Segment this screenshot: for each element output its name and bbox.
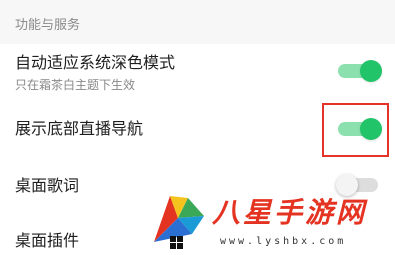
toggle-knob xyxy=(360,60,382,82)
auto-dark-mode-toggle[interactable] xyxy=(336,58,382,84)
watermark-url: www.lyshbx.com xyxy=(220,236,347,247)
setting-label: 桌面歌词 xyxy=(15,176,80,195)
setting-label: 自动适应系统深色模式 xyxy=(15,53,176,72)
watermark: 八星手游网 www.lyshbx.com xyxy=(148,192,395,255)
section-title: 功能与服务 xyxy=(15,18,81,33)
setting-row-auto-dark-mode[interactable]: 自动适应系统深色模式 只在霜茶白主题下生效 xyxy=(0,44,395,100)
highlight-annotation-box xyxy=(322,103,389,157)
setting-sublabel: 只在霜茶白主题下生效 xyxy=(15,78,136,92)
section-header: 功能与服务 xyxy=(0,0,395,44)
setting-label: 桌面插件 xyxy=(15,231,80,250)
watermark-text: 八星手游网 xyxy=(212,196,368,229)
watermark-logo-icon xyxy=(154,196,204,249)
setting-label: 展示底部直播导航 xyxy=(15,119,144,138)
